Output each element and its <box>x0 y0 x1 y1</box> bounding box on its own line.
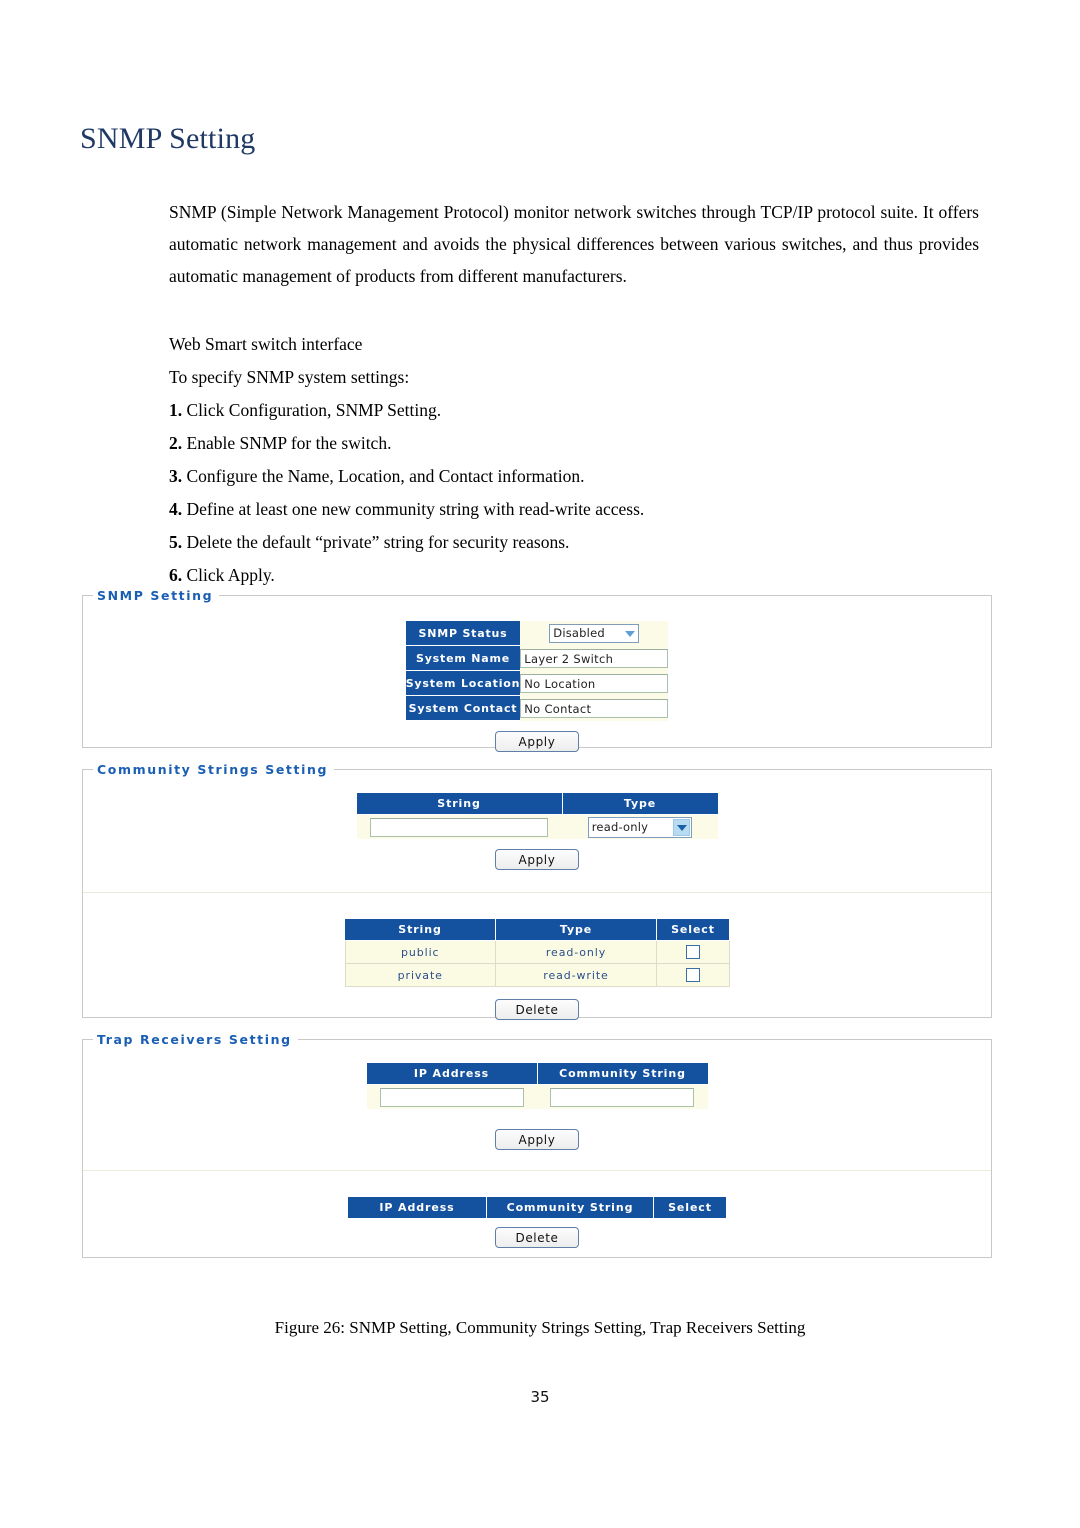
community-list-header-string: String <box>345 919 496 941</box>
chevron-down-icon <box>622 626 638 642</box>
community-entry-header-row: String Type <box>356 793 718 815</box>
step-item-3: 3. Configure the Name, Location, and Con… <box>169 460 929 493</box>
subheading-web-smart: Web Smart switch interface <box>169 334 363 354</box>
step-item-1: 1. Click Configuration, SNMP Setting. <box>169 394 929 427</box>
community-list-header-row: String Type Select <box>345 919 729 941</box>
subheading-to-specify: To specify SNMP system settings: <box>169 367 410 387</box>
trap-receivers-panel: Trap Receivers Setting IP Address Commun… <box>82 1032 992 1258</box>
step-text-5: Delete the default “private” string for … <box>186 532 570 552</box>
chevron-down-icon <box>672 818 690 836</box>
step-item-4: 4. Define at least one new community str… <box>169 493 929 526</box>
step-number-6: 6. <box>169 565 183 585</box>
form-row-snmp-status: SNMP Status Disabled <box>405 621 669 646</box>
snmp-setting-apply-button[interactable]: Apply <box>495 731 579 752</box>
trap-list-header-community: Community String <box>486 1197 654 1219</box>
trap-list-table: IP Address Community String Select <box>348 1197 726 1219</box>
snmp-setting-form-table: SNMP Status Disabled System Name Layer 2… <box>405 621 669 721</box>
field-system-contact: No Contact <box>520 695 669 721</box>
trap-entry-header-row: IP Address Community String <box>366 1063 708 1085</box>
table-row: public read-only <box>344 940 730 964</box>
step-number-2: 2. <box>169 433 183 453</box>
field-system-location: No Location <box>520 670 669 696</box>
instructions-block: Web Smart switch interface To specify SN… <box>169 328 929 592</box>
community-row-string-private: private <box>344 963 496 987</box>
trap-entry-ip-cell <box>366 1084 537 1109</box>
community-list-table: String Type Select public read-only priv… <box>344 919 730 987</box>
trap-entry-community-cell <box>537 1084 708 1109</box>
community-entry-table: String Type read-only <box>356 793 718 839</box>
trap-ip-address-input[interactable] <box>379 1087 524 1107</box>
community-type-select[interactable]: read-only <box>587 816 692 838</box>
table-row: private read-write <box>344 963 730 987</box>
community-row-string-public: public <box>344 940 496 964</box>
field-snmp-status: Disabled <box>520 621 669 646</box>
step-item-5: 5. Delete the default “private” string f… <box>169 526 929 559</box>
community-row-type-public: read-only <box>495 940 657 964</box>
system-contact-input[interactable]: No Contact <box>520 699 669 718</box>
trap-entry-header-ip: IP Address <box>366 1063 538 1085</box>
snmp-setting-panel: SNMP Setting SNMP Status Disabled System… <box>82 588 992 752</box>
trap-entry-input-row <box>366 1084 708 1109</box>
step-number-4: 4. <box>169 499 183 519</box>
figure-caption: Figure 26: SNMP Setting, Community Strin… <box>274 1318 806 1337</box>
label-system-location: System Location <box>405 670 521 696</box>
trap-list-header-row: IP Address Community String Select <box>348 1197 726 1219</box>
step-number-5: 5. <box>169 532 183 552</box>
label-snmp-status: SNMP Status <box>405 621 521 646</box>
trap-receivers-delete-button[interactable]: Delete <box>495 1227 579 1248</box>
community-list-header-select: Select <box>656 919 729 941</box>
community-row-select-public <box>656 940 730 964</box>
form-row-system-location: System Location No Location <box>405 670 669 696</box>
trap-entry-table: IP Address Community String <box>366 1063 708 1109</box>
trap-receivers-apply-button[interactable]: Apply <box>495 1129 579 1150</box>
trap-list-header-ip: IP Address <box>348 1197 487 1219</box>
trap-receivers-legend: Trap Receivers Setting <box>97 1032 292 1047</box>
community-strings-apply-button[interactable]: Apply <box>495 849 579 870</box>
community-string-input[interactable] <box>370 817 549 837</box>
step-text-3: Configure the Name, Location, and Contac… <box>186 466 585 486</box>
step-text-6: Click Apply. <box>186 565 275 585</box>
community-entry-string-cell <box>356 814 562 839</box>
step-text-2: Enable SNMP for the switch. <box>186 433 392 453</box>
snmp-setting-legend: SNMP Setting <box>97 588 214 603</box>
field-system-name: Layer 2 Switch <box>520 645 669 671</box>
snmp-status-select[interactable]: Disabled <box>549 624 640 644</box>
community-entry-header-type: Type <box>562 793 718 815</box>
community-strings-legend: Community Strings Setting <box>97 762 328 777</box>
trap-community-string-input[interactable] <box>550 1087 695 1107</box>
label-system-name: System Name <box>405 645 521 671</box>
trap-list-header-select: Select <box>653 1197 726 1219</box>
community-strings-panel: Community Strings Setting String Type re… <box>82 762 992 1020</box>
community-strings-delete-button[interactable]: Delete <box>495 999 579 1020</box>
system-name-input[interactable]: Layer 2 Switch <box>520 649 669 668</box>
community-entry-header-string: String <box>356 793 563 815</box>
community-row-type-private: read-write <box>495 963 657 987</box>
snmp-web-ui-figure: SNMP Setting SNMP Status Disabled System… <box>82 588 992 1258</box>
step-text-4: Define at least one new community string… <box>186 499 645 519</box>
checkbox-private[interactable] <box>685 968 700 982</box>
trap-entry-header-community: Community String <box>537 1063 708 1085</box>
page-number: 35 <box>530 1388 550 1406</box>
step-item-2: 2. Enable SNMP for the switch. <box>169 427 929 460</box>
step-number-1: 1. <box>169 400 183 420</box>
community-entry-type-cell: read-only <box>562 814 718 839</box>
label-system-contact: System Contact <box>405 695 521 721</box>
system-location-input[interactable]: No Location <box>520 674 669 693</box>
checkbox-public[interactable] <box>685 945 700 959</box>
step-text-1: Click Configuration, SNMP Setting. <box>186 400 442 420</box>
community-entry-input-row: read-only <box>356 814 718 839</box>
step-number-3: 3. <box>169 466 183 486</box>
community-list-header-type: Type <box>495 919 657 941</box>
page-title: SNMP Setting <box>80 122 256 155</box>
form-row-system-contact: System Contact No Contact <box>405 695 669 721</box>
intro-paragraph: SNMP (Simple Network Management Protocol… <box>169 202 979 286</box>
community-row-select-private <box>656 963 730 987</box>
form-row-system-name: System Name Layer 2 Switch <box>405 645 669 671</box>
document-page: SNMP Setting SNMP (Simple Network Manage… <box>0 0 1080 1528</box>
